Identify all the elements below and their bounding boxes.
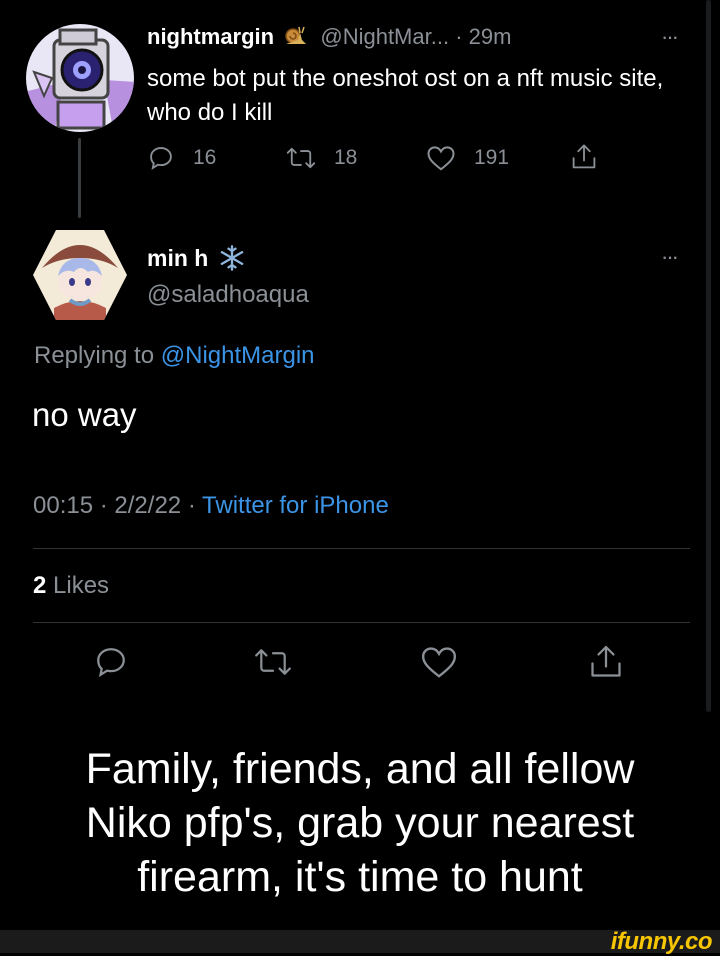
retweet-count: 18 [334,146,358,169]
share-button[interactable] [570,142,598,172]
heart-icon [426,144,456,172]
reply-icon [93,644,129,680]
retweet-button[interactable]: 18 [286,144,357,172]
share-icon [570,142,598,172]
likes-summary[interactable]: 2 Likes [33,572,109,600]
avatar[interactable] [32,228,128,322]
replying-to-handle[interactable]: @NightMargin [161,342,315,369]
like-button[interactable] [420,644,458,680]
snowflake-icon [218,244,246,272]
replying-to-label: Replying to [34,342,155,369]
divider [33,622,690,623]
separator: · [455,24,463,49]
handle[interactable]: @NightMar... [320,24,449,49]
separator: · [187,492,196,519]
reply-icon [147,144,175,172]
retweet-icon [286,144,316,172]
like-count: 191 [474,146,510,169]
handle[interactable]: @saladhoaqua [147,281,309,309]
tweet-text: no way [32,396,137,433]
tweet-time: 00:15 [33,492,94,519]
share-icon [588,642,624,682]
tweet-source-link[interactable]: Twitter for iPhone [202,492,389,519]
retweet-button[interactable] [254,644,292,680]
timestamp[interactable]: 29m [469,24,512,49]
display-name[interactable]: min h [147,245,208,272]
tweet-text: some bot put the oneshot ost on a nft mu… [147,65,664,126]
tweet-meta: 00:15 · 2/2/22 · Twitter for iPhone [33,492,389,520]
caption-line: firearm, it's time to hunt [137,853,583,901]
thread-line [78,138,81,218]
replying-to: Replying to @NightMargin [34,342,315,370]
likes-count: 2 [33,572,47,599]
snail-emoji-icon [284,25,308,47]
tweet-header: nightmargin @NightMar... · 29m [147,24,511,50]
reply-count: 16 [193,146,217,169]
like-button[interactable]: 191 [426,144,509,172]
reply-button[interactable] [93,644,129,680]
more-options-button[interactable]: ··· [661,244,679,270]
meme-caption: Family, friends, and all fellow Niko pfp… [0,742,720,904]
more-options-button[interactable]: ··· [661,24,679,50]
caption-line: Family, friends, and all fellow [85,745,635,793]
likes-label: Likes [53,572,110,599]
scrollbar[interactable] [706,0,711,712]
avatar[interactable] [24,22,136,134]
separator: · [99,492,108,519]
ifunny-watermark: ifunny.co [610,928,713,955]
tweet-header: min h [147,244,246,272]
retweet-icon [254,644,292,680]
reply-button[interactable]: 16 [147,144,216,172]
tweet-date: 2/2/22 [114,492,182,519]
divider [33,548,690,549]
display-name[interactable]: nightmargin [147,24,274,49]
heart-icon [420,644,458,680]
share-button[interactable] [588,642,624,682]
caption-line: Niko pfp's, grab your nearest [85,799,635,847]
